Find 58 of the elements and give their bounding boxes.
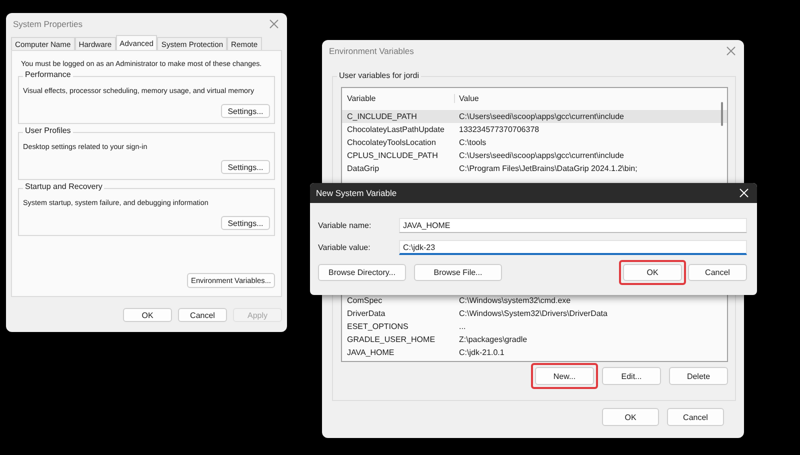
variable-name: ESET_OPTIONS [346,322,410,331]
variable-value: C:\jdk-21.0.1 [458,348,506,357]
list-row[interactable]: ComSpec C:\Windows\system32\cmd.exe [342,294,727,307]
list-row[interactable]: ChocolateyLastPathUpdate 133234577370706378 [342,123,727,136]
variable-name: GRADLE_USER_HOME [346,335,436,344]
dialog-button[interactable]: OK [602,408,659,426]
browse-button[interactable]: Browse Directory... [318,264,406,281]
list-button[interactable]: Edit... [602,367,661,385]
dialog-button[interactable]: OK [623,264,682,281]
variable-value: Z:\packages\gradle [458,335,528,344]
group-title: User variables for jordi [337,71,422,80]
variable-value: C:\tools [458,138,488,147]
variable-value: C:\Windows\system32\cmd.exe [458,296,572,305]
list-row[interactable]: C_INCLUDE_PATH C:\Users\seedi\scoop\apps\gcc\current\include [342,110,727,123]
variable-value: ... [458,322,467,331]
field-label: Variable name: [318,221,372,230]
list-button[interactable]: Delete [669,367,728,385]
list-row[interactable]: ESET_OPTIONS ... [342,320,727,333]
list-button[interactable]: New... [535,367,594,385]
window-title: System Properties [13,19,82,29]
variable-name: CPLUS_INCLUDE_PATH [346,151,439,160]
dialog-button[interactable]: Cancel [688,264,747,281]
list-row[interactable]: DriverData C:\Windows\System32\Drivers\DriverData [342,307,727,320]
variable-name: ChocolateyToolsLocation [346,138,437,147]
settings-button[interactable]: Settings... [221,160,270,174]
field-label: Variable value: [318,243,372,252]
variable-name: JAVA_HOME [346,348,396,357]
column-header[interactable]: Variable [342,94,455,102]
variable-name: DataGrip [346,164,380,173]
variable-name: ComSpec [346,296,384,305]
list-row[interactable]: JAVA_HOME C:\jdk-21.0.1 [342,346,727,359]
input-field[interactable]: JAVA_HOME [399,218,747,233]
dialog-button[interactable]: Cancel [667,408,724,426]
variable-name: DriverData [346,309,386,318]
group-title: Startup and Recovery [23,182,104,191]
browse-button[interactable]: Browse File... [414,264,502,281]
variable-name: ChocolateyLastPathUpdate [346,125,446,134]
variable-value: C:\Users\seedi\scoop\apps\gcc\current\include [458,151,625,160]
window-title: Environment Variables [329,46,414,56]
settings-button[interactable]: Settings... [221,104,270,118]
list-row[interactable]: ChocolateyToolsLocation C:\tools [342,136,727,149]
list-row[interactable]: GRADLE_USER_HOME Z:\packages\gradle [342,333,727,346]
dialog-button[interactable]: OK [123,308,172,322]
group-title: Performance [23,70,73,79]
list-row[interactable]: DataGrip C:\Program Files\JetBrains\DataGrip 2024.1.2\bin; [342,162,727,175]
variable-value: 133234577370706378 [458,125,540,134]
window-title: New System Variable [316,188,397,198]
variable-value: C:\Users\seedi\scoop\apps\gcc\current\include [458,112,625,121]
variable-name: C_INCLUDE_PATH [346,112,418,121]
input-field[interactable]: C:\jdk-23 [399,240,747,255]
group-title: User Profiles [23,126,73,135]
scrollbar[interactable] [721,102,723,126]
dialog-button[interactable]: Cancel [178,308,227,322]
variable-value: C:\Windows\System32\Drivers\DriverData [458,309,608,318]
variable-value: C:\Program Files\JetBrains\DataGrip 2024.1.2\bin; [458,164,638,173]
list-row[interactable]: CPLUS_INCLUDE_PATH C:\Users\seedi\scoop\apps\gcc\current\include [342,149,727,162]
settings-button[interactable]: Settings... [221,216,270,230]
column-header[interactable]: Value [455,94,715,102]
